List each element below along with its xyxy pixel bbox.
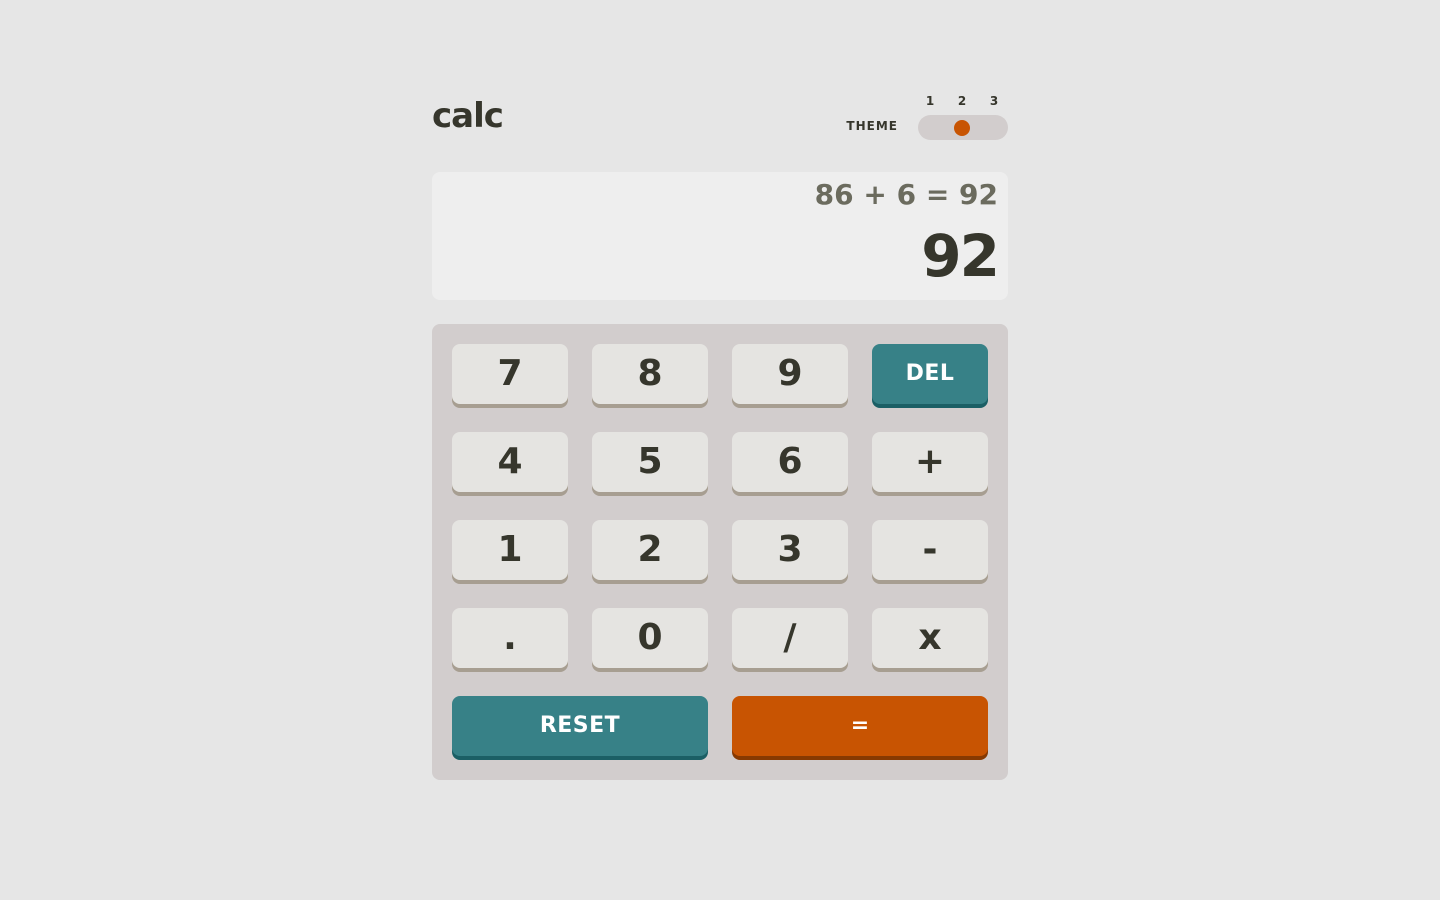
reset-button[interactable]: RESET — [452, 696, 708, 756]
key-5[interactable]: 5 — [592, 432, 708, 492]
theme-label: THEME — [846, 119, 898, 133]
header: calc THEME 1 2 3 — [432, 92, 1008, 152]
result-display: 92 — [921, 222, 1000, 290]
calculator-app: calc THEME 1 2 3 86 + 6 = 92 92 7 8 9 DE… — [432, 92, 1008, 780]
key-2[interactable]: 2 — [592, 520, 708, 580]
theme-option-2[interactable]: 2 — [952, 94, 972, 108]
theme-option-numbers: 1 2 3 — [918, 94, 1008, 110]
equals-button[interactable]: = — [732, 696, 988, 756]
equation-display: 86 + 6 = 92 — [814, 178, 998, 211]
theme-option-3[interactable]: 3 — [984, 94, 1004, 108]
key-minus[interactable]: - — [872, 520, 988, 580]
key-7[interactable]: 7 — [452, 344, 568, 404]
key-8[interactable]: 8 — [592, 344, 708, 404]
delete-button[interactable]: DEL — [872, 344, 988, 404]
theme-toggle[interactable] — [918, 115, 1008, 140]
keypad: 7 8 9 DEL 4 5 6 + 1 2 3 - . 0 / x RESET … — [432, 324, 1008, 780]
key-3[interactable]: 3 — [732, 520, 848, 580]
key-plus[interactable]: + — [872, 432, 988, 492]
key-1[interactable]: 1 — [452, 520, 568, 580]
key-0[interactable]: 0 — [592, 608, 708, 668]
key-4[interactable]: 4 — [452, 432, 568, 492]
display-screen: 86 + 6 = 92 92 — [432, 172, 1008, 300]
theme-option-1[interactable]: 1 — [920, 94, 940, 108]
key-6[interactable]: 6 — [732, 432, 848, 492]
key-9[interactable]: 9 — [732, 344, 848, 404]
key-decimal[interactable]: . — [452, 608, 568, 668]
app-logo: calc — [432, 96, 504, 136]
theme-toggle-knob[interactable] — [954, 120, 970, 136]
key-divide[interactable]: / — [732, 608, 848, 668]
key-multiply[interactable]: x — [872, 608, 988, 668]
